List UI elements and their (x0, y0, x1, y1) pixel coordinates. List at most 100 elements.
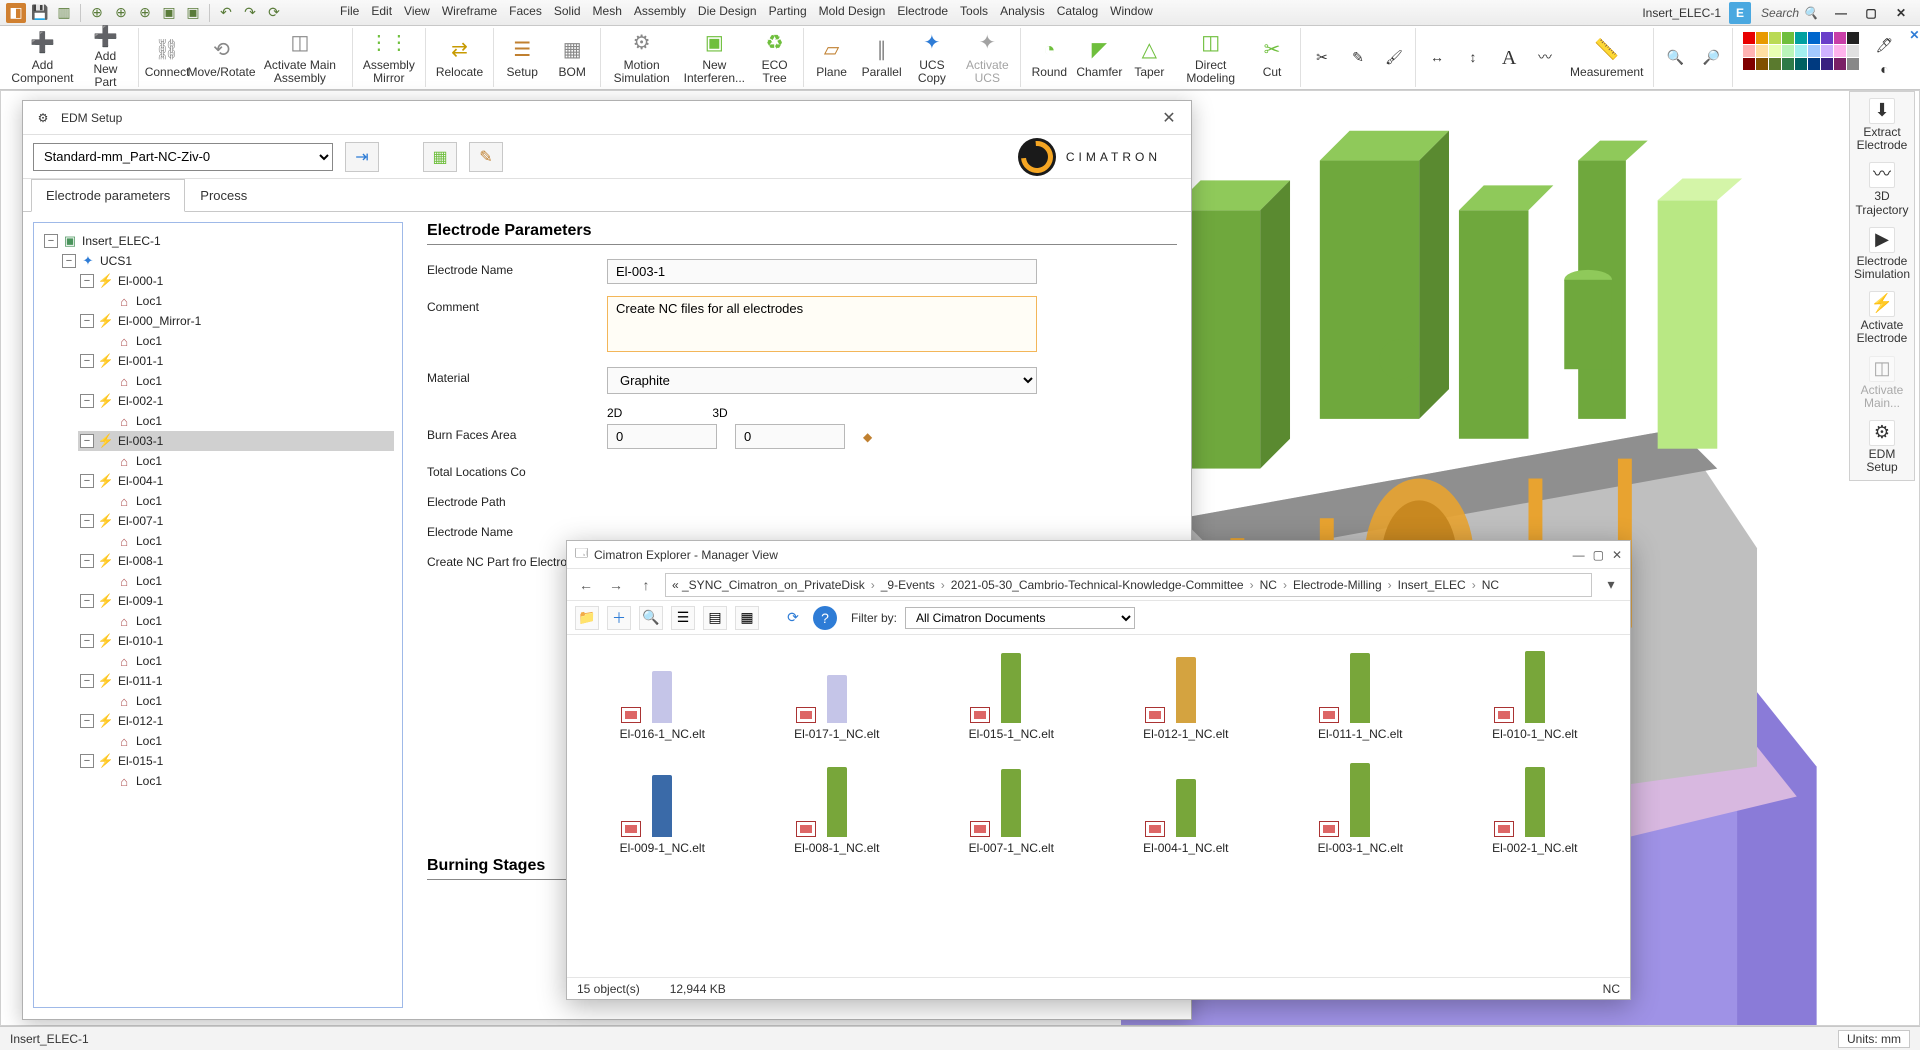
breadcrumb-segment[interactable]: « _SYNC_Cimatron_on_PrivateDisk (672, 578, 865, 592)
tree-electrode-row[interactable]: −⚡El-001-1 (78, 351, 394, 371)
eco-tree-button[interactable]: ♻ECO Tree (753, 28, 797, 87)
color-swatch[interactable] (1834, 58, 1846, 70)
tree-electrode-row[interactable]: −⚡El-012-1 (78, 711, 394, 731)
refresh-icon[interactable]: ⟳ (264, 3, 284, 23)
tree-location-row[interactable]: ⌂Loc1 (96, 531, 394, 551)
nav-forward-button[interactable]: → (605, 574, 627, 596)
dim-2-icon[interactable]: ↕ (1458, 28, 1488, 87)
activate-electrode-button[interactable]: ⚡Activate Electrode (1852, 291, 1912, 345)
tree-collapse-icon[interactable]: − (80, 754, 94, 768)
view-thumbs-button[interactable]: ▦ (735, 606, 759, 630)
3d-trajectory-button[interactable]: 〰3D Trajectory (1852, 162, 1912, 216)
color-swatch[interactable] (1795, 32, 1807, 44)
template-sheet-button[interactable]: ▦ (423, 142, 457, 172)
undo-icon[interactable]: ↶ (216, 3, 236, 23)
tree-electrode-row[interactable]: −⚡El-000-1 (78, 271, 394, 291)
material-select[interactable]: Graphite (607, 367, 1037, 394)
tree-location-row[interactable]: ⌂Loc1 (96, 491, 394, 511)
file-thumbnail[interactable]: El-010-1_NC.elt (1458, 645, 1613, 741)
tree-collapse-icon[interactable]: − (80, 434, 94, 448)
tree-collapse-icon[interactable]: − (80, 474, 94, 488)
file-thumbnail[interactable]: El-007-1_NC.elt (934, 759, 1089, 855)
color-swatch[interactable] (1795, 45, 1807, 57)
tree-electrode-row[interactable]: −⚡El-010-1 (78, 631, 394, 651)
burn-2d-input[interactable] (607, 424, 717, 449)
text-a-icon[interactable]: A (1494, 28, 1524, 87)
tree-collapse-icon[interactable]: − (80, 634, 94, 648)
tree-electrode-row[interactable]: −⚡El-003-1 (78, 431, 394, 451)
paint-icon[interactable]: 🖌 (1379, 28, 1409, 87)
tree-collapse-icon[interactable]: − (80, 714, 94, 728)
file-thumbnail[interactable]: El-008-1_NC.elt (760, 759, 915, 855)
tree-location-row[interactable]: ⌂Loc1 (96, 731, 394, 751)
menu-diedesign[interactable]: Die Design (698, 4, 757, 18)
menu-catalog[interactable]: Catalog (1057, 4, 1098, 18)
breadcrumb-segment[interactable]: NC (1260, 578, 1277, 592)
relocate-button[interactable]: ⇄Relocate (432, 28, 487, 87)
chamfer-button[interactable]: ◤Chamfer (1077, 28, 1121, 87)
color-swatch[interactable] (1847, 58, 1859, 70)
add-icon-2[interactable]: ⊕ (111, 3, 131, 23)
tree-location-row[interactable]: ⌂Loc1 (96, 771, 394, 791)
template-import-button[interactable]: ⇥ (345, 142, 379, 172)
tree-electrode-row[interactable]: −⚡El-000_Mirror-1 (78, 311, 394, 331)
color-swatch[interactable] (1769, 32, 1781, 44)
tree-location-row[interactable]: ⌂Loc1 (96, 291, 394, 311)
add-new-part-button[interactable]: ➕Add New Part (79, 28, 132, 87)
menu-tools[interactable]: Tools (960, 4, 988, 18)
maximize-button[interactable]: ▢ (1858, 2, 1884, 24)
color-swatch[interactable] (1847, 45, 1859, 57)
tree-electrode-row[interactable]: −⚡El-002-1 (78, 391, 394, 411)
nav-up-button[interactable]: ↑ (635, 574, 657, 596)
electrode-name-input[interactable] (607, 259, 1037, 284)
menu-parting[interactable]: Parting (769, 4, 807, 18)
color-swatch[interactable] (1821, 32, 1833, 44)
breadcrumb[interactable]: « _SYNC_Cimatron_on_PrivateDisk›_9-Event… (665, 573, 1592, 597)
tree-electrode-row[interactable]: −⚡El-009-1 (78, 591, 394, 611)
color-swatch[interactable] (1743, 58, 1755, 70)
new-folder-button[interactable]: 📁 (575, 606, 599, 630)
menu-molddesign[interactable]: Mold Design (819, 4, 886, 18)
tree-electrode-row[interactable]: −⚡El-007-1 (78, 511, 394, 531)
comment-textarea[interactable]: Create NC files for all electrodes (607, 296, 1037, 352)
view-details-button[interactable]: ▤ (703, 606, 727, 630)
tree-collapse-icon[interactable]: − (80, 394, 94, 408)
breadcrumb-segment[interactable]: _9-Events (881, 578, 935, 592)
measurement-button[interactable]: 📏Measurement (1566, 28, 1647, 87)
menu-electrode[interactable]: Electrode (897, 4, 948, 18)
file-thumbnail[interactable]: El-016-1_NC.elt (585, 645, 740, 741)
activate-ucs-button[interactable]: ✦Activate UCS (960, 28, 1014, 87)
breadcrumb-segment[interactable]: NC (1482, 578, 1499, 592)
view-list-button[interactable]: ☰ (671, 606, 695, 630)
minimize-button[interactable]: — (1828, 2, 1854, 24)
extract-electrode-button[interactable]: ⬇Extract Electrode (1852, 98, 1912, 152)
tree-collapse-icon[interactable]: − (80, 594, 94, 608)
color-swatch[interactable] (1834, 32, 1846, 44)
setup-button[interactable]: ☰Setup (500, 28, 544, 87)
tree-location-row[interactable]: ⌂Loc1 (96, 611, 394, 631)
assembly-mirror-button[interactable]: ⋮⋮Assembly Mirror (359, 28, 419, 87)
menu-edit[interactable]: Edit (371, 4, 392, 18)
tree-electrode-row[interactable]: −⚡El-004-1 (78, 471, 394, 491)
filter-select[interactable]: All Cimatron Documents (905, 607, 1135, 629)
dim-1-icon[interactable]: ↔ (1422, 28, 1452, 87)
tab-electrode-parameters[interactable]: Electrode parameters (31, 179, 185, 212)
cube-icon-1[interactable]: ▣ (159, 3, 179, 23)
color-swatch[interactable] (1795, 58, 1807, 70)
electrode-tree[interactable]: −▣Insert_ELEC-1 −✦UCS1 −⚡El-000-1⌂Loc1−⚡… (33, 222, 403, 1008)
electrode-simulation-button[interactable]: ▶Electrode Simulation (1852, 227, 1912, 281)
explorer-minimize-button[interactable]: — (1573, 548, 1585, 562)
cut-button[interactable]: ✂Cut (1250, 28, 1294, 87)
color-swatch[interactable] (1743, 32, 1755, 44)
file-thumbnail[interactable]: El-017-1_NC.elt (760, 645, 915, 741)
plane-button[interactable]: ▱Plane (810, 28, 854, 87)
zoom-fit-icon[interactable]: 🔍 (1660, 28, 1690, 87)
color-swatch[interactable] (1808, 45, 1820, 57)
parallel-button[interactable]: ∥Parallel (860, 28, 904, 87)
color-swatch[interactable] (1808, 58, 1820, 70)
color-swatch[interactable] (1743, 45, 1755, 57)
transparency-icon[interactable]: ◐ (1869, 59, 1899, 81)
tree-electrode-row[interactable]: −⚡El-011-1 (78, 671, 394, 691)
explorer-maximize-button[interactable]: ▢ (1593, 548, 1604, 562)
bom-button[interactable]: ▦BOM (550, 28, 594, 87)
